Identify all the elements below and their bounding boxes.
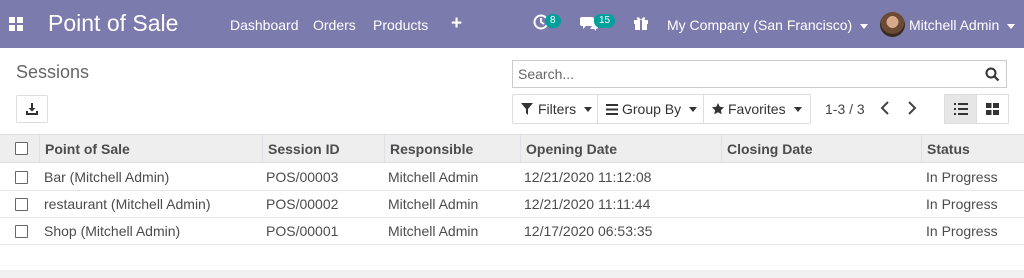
company-name: My Company (San Francisco): [667, 17, 853, 33]
cell-session-id: POS/00003: [266, 169, 339, 185]
activity-badge: 8: [545, 14, 561, 28]
footer-bar: [0, 270, 1024, 278]
kanban-view-icon: [986, 103, 999, 115]
cell-closing-date: [720, 164, 725, 190]
favorites-label: Favorites: [728, 101, 786, 117]
filters-button[interactable]: Filters: [512, 94, 602, 124]
company-switcher[interactable]: My Company (San Francisco): [667, 17, 869, 33]
app-brand[interactable]: Point of Sale: [48, 10, 178, 37]
cell-responsible: Mitchell Admin: [388, 196, 479, 212]
favorites-button[interactable]: Favorites: [703, 94, 811, 124]
cell-status: In Progress: [926, 169, 998, 185]
page-title: Sessions: [16, 62, 90, 82]
cell-opening-date: 12/17/2020 06:53:35: [524, 223, 653, 239]
caret-down-icon: [584, 106, 593, 112]
cell-opening-date: 12/21/2020 11:12:08: [524, 169, 652, 185]
pager-next-icon[interactable]: [907, 99, 917, 120]
cell-closing-date: [720, 191, 725, 217]
messages-badge: 15: [594, 14, 616, 28]
table-row[interactable]: restaurant (Mitchell Admin) POS/00002 Mi…: [0, 191, 1024, 218]
pager-previous-icon[interactable]: [880, 99, 890, 120]
cell-opening-date: 12/21/2020 11:11:44: [524, 196, 651, 212]
list-view-button[interactable]: [944, 94, 977, 124]
column-opening-date[interactable]: Opening Date: [520, 135, 722, 163]
filter-icon: [521, 103, 533, 115]
column-status[interactable]: Status: [921, 135, 1024, 163]
download-icon: [26, 103, 38, 115]
list-view-icon: [953, 103, 968, 115]
top-navbar: Point of Sale Dashboard Orders Products …: [0, 0, 1024, 48]
add-menu-icon[interactable]: +: [451, 13, 462, 35]
caret-down-icon: [793, 106, 802, 112]
user-avatar[interactable]: [880, 12, 905, 37]
column-point-of-sale[interactable]: Point of Sale: [39, 135, 263, 163]
menu-dashboard[interactable]: Dashboard: [230, 17, 299, 33]
menu-products[interactable]: Products: [373, 17, 428, 33]
cell-responsible: Mitchell Admin: [388, 169, 479, 185]
select-all-checkbox[interactable]: [15, 142, 28, 155]
list-icon: [606, 103, 618, 115]
column-session-id[interactable]: Session ID: [262, 135, 385, 163]
cell-responsible: Mitchell Admin: [388, 223, 479, 239]
table-header: Point of Sale Session ID Responsible Ope…: [0, 134, 1024, 163]
caret-down-icon: [1007, 23, 1016, 29]
cell-point-of-sale: restaurant (Mitchell Admin): [44, 196, 211, 212]
cell-status: In Progress: [926, 196, 998, 212]
cell-status: In Progress: [926, 223, 998, 239]
user-name: Mitchell Admin: [909, 17, 1000, 33]
download-button[interactable]: [16, 95, 48, 123]
apps-menu-icon[interactable]: [9, 17, 23, 31]
column-closing-date[interactable]: Closing Date: [721, 135, 922, 163]
caret-down-icon: [860, 23, 869, 29]
table-row[interactable]: Shop (Mitchell Admin) POS/00001 Mitchell…: [0, 218, 1024, 245]
search-icon[interactable]: [985, 67, 1000, 85]
cell-point-of-sale: Bar (Mitchell Admin): [44, 169, 170, 185]
column-responsible[interactable]: Responsible: [384, 135, 521, 163]
cell-closing-date: [720, 218, 725, 244]
groupby-label: Group By: [622, 101, 682, 117]
caret-down-icon: [689, 106, 698, 112]
user-menu[interactable]: Mitchell Admin: [909, 17, 1016, 33]
star-icon: [712, 103, 724, 115]
menu-orders[interactable]: Orders: [313, 17, 356, 33]
row-checkbox[interactable]: [15, 225, 28, 238]
cell-session-id: POS/00001: [266, 223, 339, 239]
cell-point-of-sale: Shop (Mitchell Admin): [44, 223, 181, 239]
search-box: [512, 60, 1007, 88]
row-checkbox[interactable]: [15, 171, 28, 184]
gift-icon[interactable]: [633, 15, 649, 34]
table-row[interactable]: Bar (Mitchell Admin) POS/00003 Mitchell …: [0, 164, 1024, 191]
cell-session-id: POS/00002: [266, 196, 339, 212]
row-checkbox[interactable]: [15, 198, 28, 211]
search-input[interactable]: [513, 61, 973, 87]
pager-value[interactable]: 1-3 / 3: [825, 101, 865, 117]
filters-label: Filters: [538, 101, 577, 117]
groupby-button[interactable]: Group By: [597, 94, 707, 124]
kanban-view-button[interactable]: [976, 94, 1009, 124]
